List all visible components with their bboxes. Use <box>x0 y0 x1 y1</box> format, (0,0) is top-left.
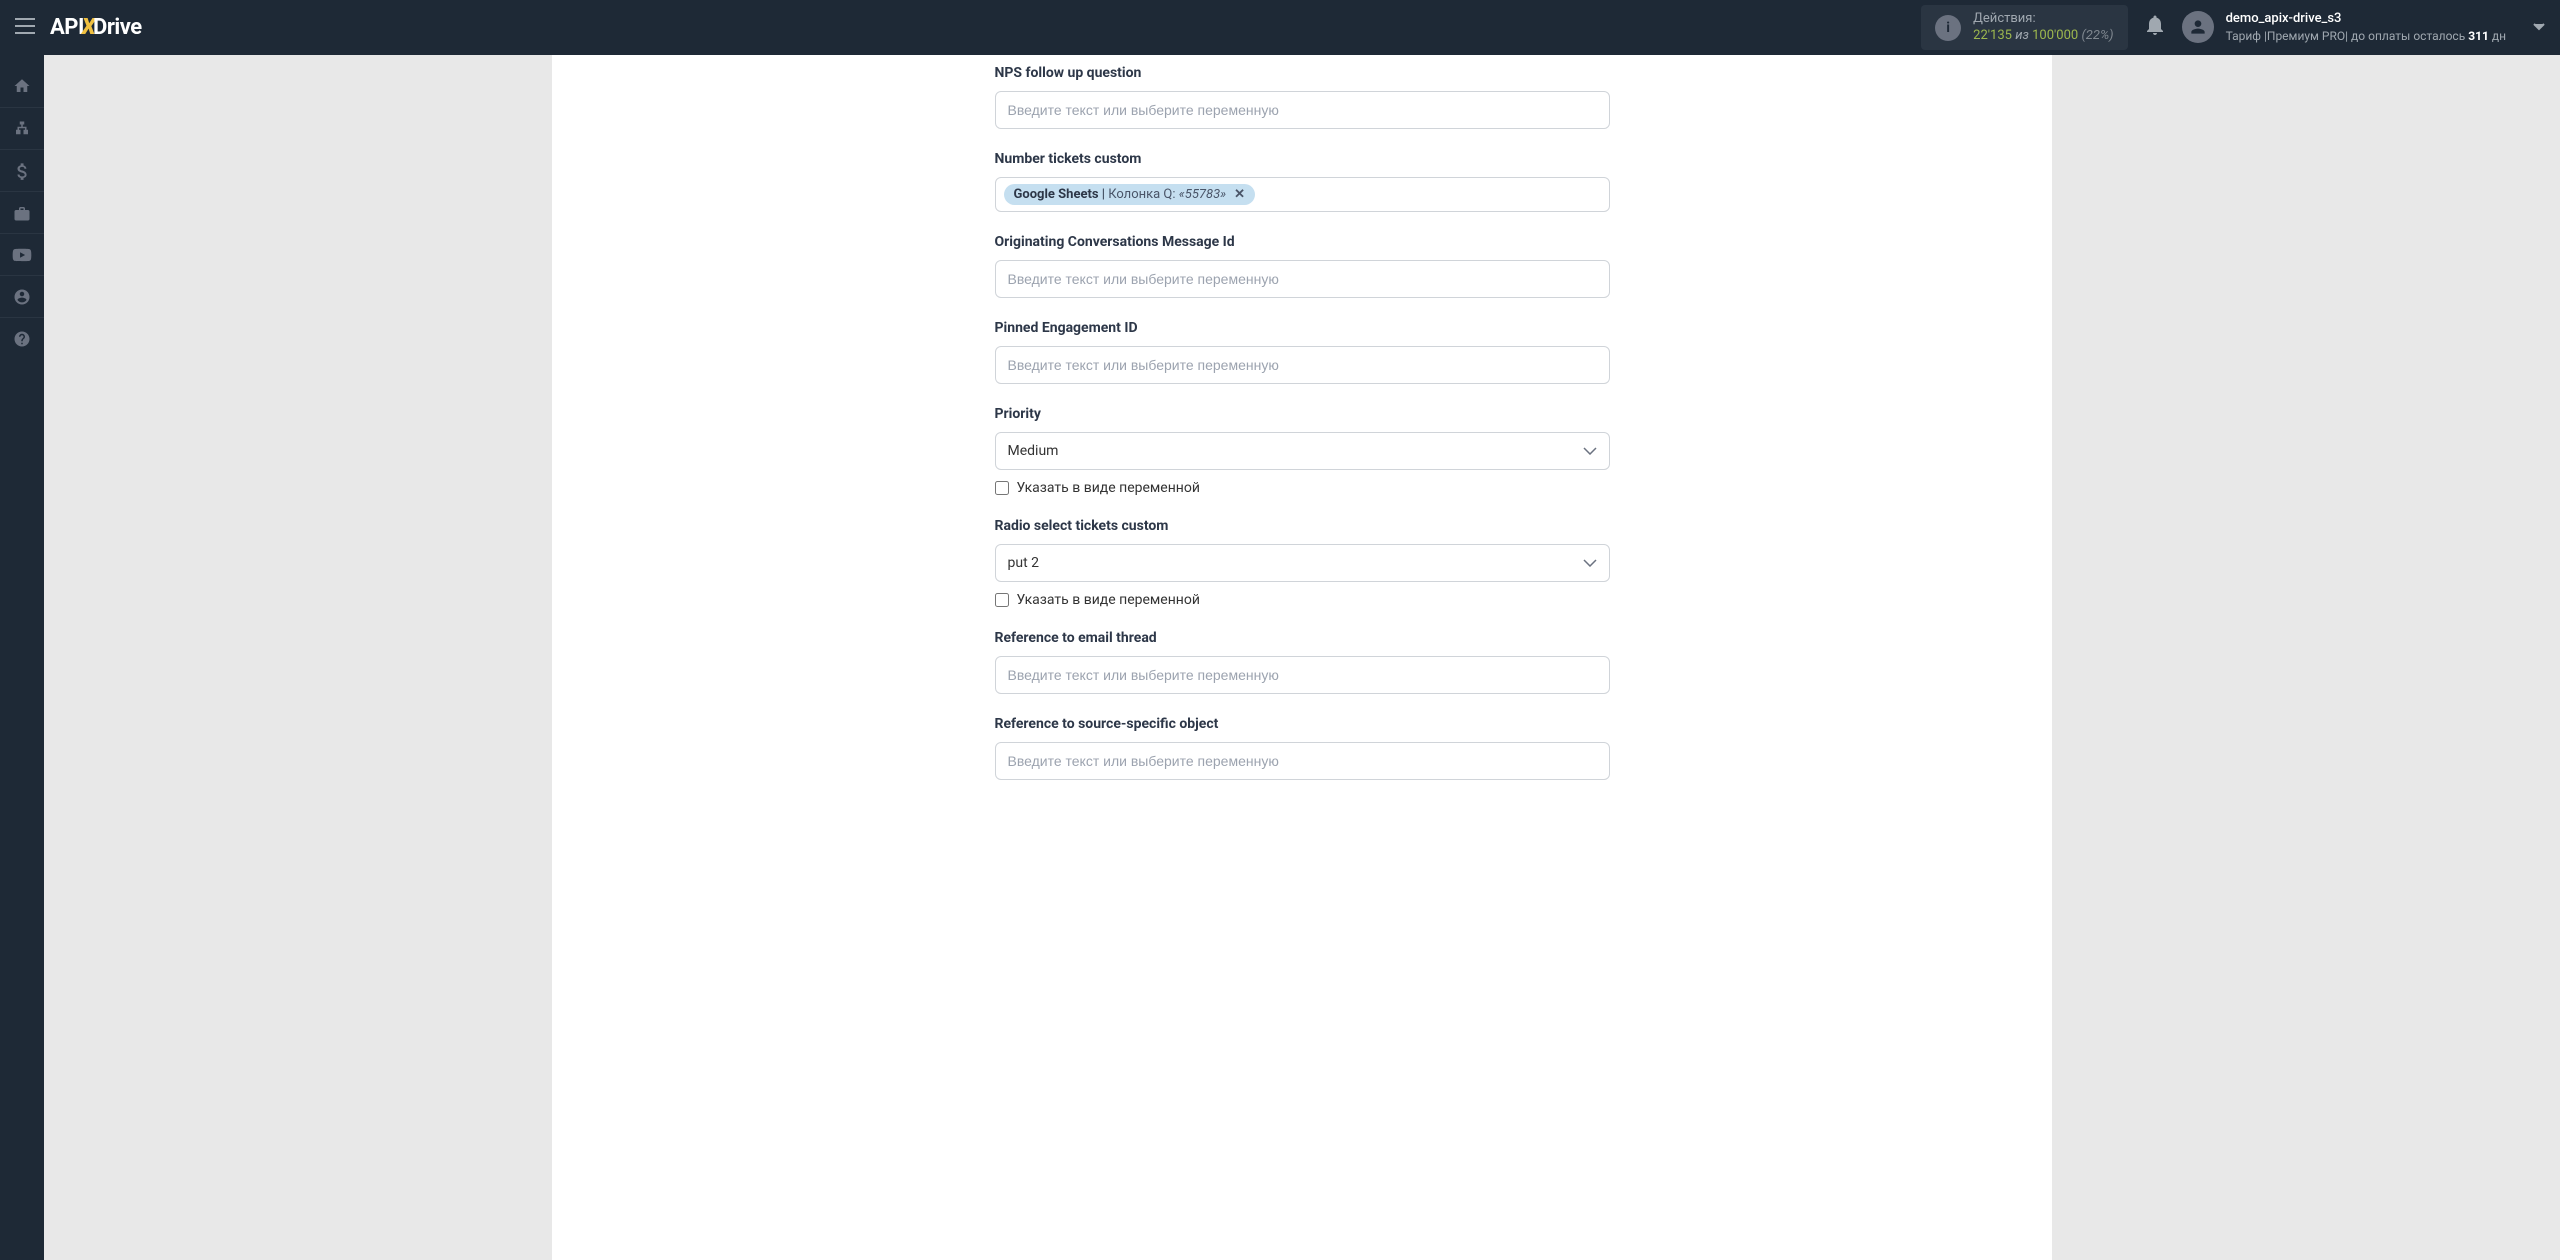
avatar <box>2182 11 2214 43</box>
logo-part-drive: Drive <box>93 15 142 40</box>
youtube-icon <box>12 248 32 262</box>
dollar-icon <box>16 162 28 180</box>
briefcase-icon <box>13 205 31 221</box>
main-container: NPS follow up question Number tickets cu… <box>44 55 2560 1260</box>
variable-tag[interactable]: Google Sheets | Колонка Q: «55783» ✕ <box>1004 184 1256 205</box>
checkbox-row-radio: Указать в виде переменной <box>995 592 1610 608</box>
user-name: demo_apix-drive_s3 <box>2226 10 2506 28</box>
label-priority: Priority <box>995 406 1610 422</box>
sidebar-billing[interactable] <box>0 149 44 191</box>
label-originating-msg: Originating Conversations Message Id <box>995 234 1610 250</box>
sitemap-icon <box>13 120 31 138</box>
label-ref-email: Reference to email thread <box>995 630 1610 646</box>
chevron-down-icon <box>2533 23 2545 31</box>
user-tariff: Тариф |Премиум PRO| до оплаты осталось 3… <box>2226 28 2506 45</box>
question-icon <box>13 330 31 348</box>
field-nps-followup: NPS follow up question <box>995 65 1610 129</box>
input-nps-followup[interactable] <box>995 91 1610 129</box>
user-menu-chevron <box>2533 19 2545 35</box>
content-card: NPS follow up question Number tickets cu… <box>552 55 2052 1260</box>
label-radio-select: Radio select tickets custom <box>995 518 1610 534</box>
checkbox-priority-variable[interactable] <box>995 481 1009 495</box>
field-pinned-engagement: Pinned Engagement ID <box>995 320 1610 384</box>
actions-iz: из <box>2015 28 2029 43</box>
field-priority: Priority Medium Указать в виде переменно… <box>995 406 1610 496</box>
input-ref-email[interactable] <box>995 656 1610 694</box>
actions-count: 22'135 <box>1973 28 2012 43</box>
info-icon: i <box>1935 15 1961 41</box>
sidebar-video[interactable] <box>0 233 44 275</box>
tag-source: Google Sheets <box>1014 187 1099 202</box>
tag-divider: | <box>1099 187 1109 202</box>
actions-values: 22'135 из 100'000 (22%) <box>1973 28 2113 45</box>
select-radio-value: put 2 <box>1008 555 1040 571</box>
actions-total: 100'000 <box>2032 28 2078 43</box>
sidebar-account[interactable] <box>0 275 44 317</box>
form-container: NPS follow up question Number tickets cu… <box>995 65 1610 780</box>
input-originating-msg[interactable] <box>995 260 1610 298</box>
input-ref-source[interactable] <box>995 742 1610 780</box>
input-pinned-engagement[interactable] <box>995 346 1610 384</box>
checkbox-radio-variable[interactable] <box>995 593 1009 607</box>
tag-value: «55783» <box>1179 187 1226 202</box>
notifications-button[interactable] <box>2146 15 2164 40</box>
bell-icon <box>2146 15 2164 35</box>
select-priority-value: Medium <box>1008 443 1059 459</box>
user-circle-icon <box>13 288 31 306</box>
field-ref-source: Reference to source-specific object <box>995 716 1610 780</box>
field-number-tickets: Number tickets custom Google Sheets | Ко… <box>995 151 1610 212</box>
field-originating-msg: Originating Conversations Message Id <box>995 234 1610 298</box>
home-icon <box>13 77 31 95</box>
select-priority[interactable]: Medium <box>995 432 1610 470</box>
tariff-suffix: дн <box>2489 29 2506 43</box>
input-number-tickets[interactable]: Google Sheets | Колонка Q: «55783» ✕ <box>995 177 1610 212</box>
actions-percent: (22%) <box>2081 28 2113 43</box>
checkbox-row-priority: Указать в виде переменной <box>995 480 1610 496</box>
tag-field: Колонка Q: <box>1108 187 1179 202</box>
chevron-down-icon <box>1583 555 1597 571</box>
sidebar <box>0 55 44 1260</box>
actions-counter[interactable]: i Действия: 22'135 из 100'000 (22%) <box>1921 5 2127 51</box>
field-radio-select: Radio select tickets custom put 2 Указат… <box>995 518 1610 608</box>
label-pinned-engagement: Pinned Engagement ID <box>995 320 1610 336</box>
tariff-days: 311 <box>2468 29 2489 43</box>
header-right: i Действия: 22'135 из 100'000 (22%) demo… <box>1921 5 2545 51</box>
label-number-tickets: Number tickets custom <box>995 151 1610 167</box>
user-icon <box>2188 17 2208 37</box>
label-nps-followup: NPS follow up question <box>995 65 1610 81</box>
logo[interactable]: APIXDrive <box>50 15 142 40</box>
tag-remove-button[interactable]: ✕ <box>1234 187 1245 202</box>
select-radio-select[interactable]: put 2 <box>995 544 1610 582</box>
checkbox-label-radio[interactable]: Указать в виде переменной <box>1017 592 1200 608</box>
actions-label: Действия: <box>1973 11 2113 28</box>
sidebar-briefcase[interactable] <box>0 191 44 233</box>
menu-toggle-button[interactable] <box>15 15 35 40</box>
actions-text: Действия: 22'135 из 100'000 (22%) <box>1973 11 2113 45</box>
tariff-prefix: Тариф |Премиум PRO| до оплаты осталось <box>2226 29 2469 43</box>
sidebar-integrations[interactable] <box>0 107 44 149</box>
top-header: APIXDrive i Действия: 22'135 из 100'000 … <box>0 0 2560 55</box>
user-menu[interactable]: demo_apix-drive_s3 Тариф |Премиум PRO| д… <box>2182 10 2545 45</box>
hamburger-icon <box>15 18 35 34</box>
chevron-down-icon <box>1583 443 1597 459</box>
user-info: demo_apix-drive_s3 Тариф |Премиум PRO| д… <box>2226 10 2506 45</box>
sidebar-help[interactable] <box>0 317 44 359</box>
sidebar-home[interactable] <box>0 65 44 107</box>
logo-part-api: API <box>50 15 84 40</box>
checkbox-label-priority[interactable]: Указать в виде переменной <box>1017 480 1200 496</box>
field-ref-email: Reference to email thread <box>995 630 1610 694</box>
label-ref-source: Reference to source-specific object <box>995 716 1610 732</box>
